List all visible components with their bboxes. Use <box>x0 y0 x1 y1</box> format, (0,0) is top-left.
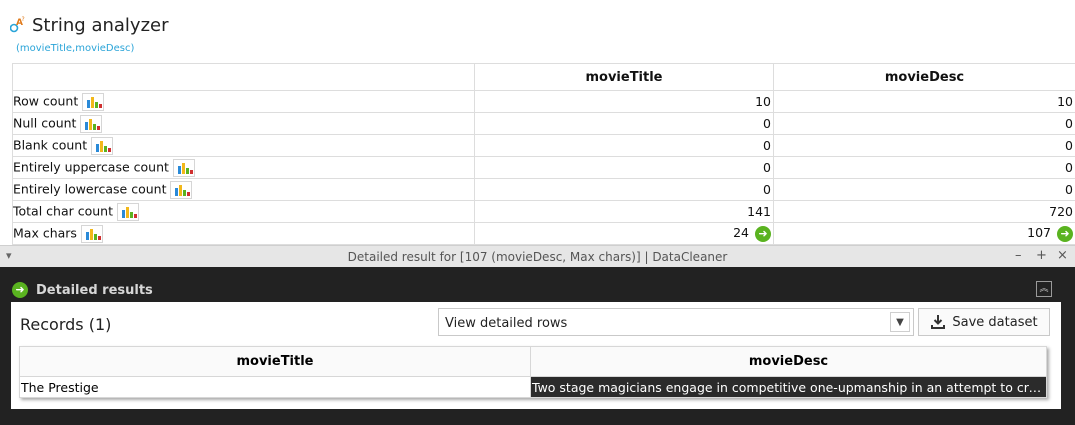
metric-value: 10 <box>773 90 1075 113</box>
chevron-down-icon[interactable]: ▼ <box>890 312 910 332</box>
metric-value: 0 <box>773 112 1075 135</box>
metric-value: 24 <box>733 225 749 241</box>
drill-down-arrow-icon[interactable]: ➜ <box>755 225 771 242</box>
table-row: Row count 10 10 <box>12 90 1075 113</box>
view-select-value: View detailed rows <box>445 316 568 331</box>
metric-value: 0 <box>474 156 774 179</box>
bar-chart-icon[interactable] <box>80 224 103 243</box>
metric-value: 0 <box>474 178 774 201</box>
minimize-icon[interactable]: – <box>1015 248 1022 263</box>
movie-title-cell[interactable]: The Prestige <box>19 376 531 398</box>
page-title: String analyzer <box>32 14 169 36</box>
metric-label: Max chars <box>13 225 77 240</box>
column-header-moviedesc: movieDesc <box>773 63 1075 91</box>
results-header-row: movieTitle movieDesc <box>12 63 1075 91</box>
close-icon[interactable]: × <box>1057 248 1068 263</box>
records-label: Records (1) <box>20 315 112 334</box>
columns-subtitle: (movieTitle,movieDesc) <box>16 43 135 54</box>
bar-chart-icon[interactable] <box>80 114 103 133</box>
metric-value: 0 <box>474 112 774 135</box>
metric-label: Blank count <box>13 137 88 152</box>
bar-chart-icon[interactable] <box>82 92 105 111</box>
table-row: Entirely uppercase count 0 0 <box>12 156 1075 179</box>
metric-value: 0 <box>773 178 1075 201</box>
metric-label: Entirely lowercase count <box>13 181 167 196</box>
metric-value: 141 <box>474 200 774 223</box>
metric-value: 720 <box>773 200 1075 223</box>
collapse-icon[interactable]: ︽ <box>1036 281 1052 297</box>
records-header-row: movieTitle movieDesc <box>19 346 1047 377</box>
arrow-circle-icon: ➜ <box>12 282 28 298</box>
save-dataset-button[interactable]: Save dataset <box>918 308 1050 336</box>
metric-value: 0 <box>773 134 1075 157</box>
table-row[interactable]: The Prestige Two stage magicians engage … <box>19 376 1047 398</box>
detailed-results-title: Detailed results <box>36 282 153 298</box>
results-table: movieTitle movieDesc Row count 10 10 Nul… <box>12 63 1075 245</box>
detailed-results-header: ➜ Detailed results <box>12 282 153 298</box>
metric-label: Total char count <box>13 203 113 218</box>
bar-chart-icon[interactable] <box>117 202 139 221</box>
results-corner-cell <box>12 63 475 91</box>
detail-window-titlebar[interactable]: ▾ Detailed result for [107 (movieDesc, M… <box>0 245 1075 268</box>
metric-value: 107 <box>1027 225 1051 241</box>
column-header-movietitle: movieTitle <box>474 63 774 91</box>
bar-chart-icon[interactable] <box>91 136 114 155</box>
metric-value: 10 <box>474 90 774 113</box>
metric-label: Row count <box>13 93 79 108</box>
records-table: movieTitle movieDesc The Prestige Two st… <box>19 346 1047 398</box>
table-row: Max chars 24 ➜ 107 ➜ <box>12 222 1075 245</box>
detail-window-title: Detailed result for [107 (movieDesc, Max… <box>347 250 728 264</box>
movie-desc-cell[interactable]: Two stage magicians engage in competitiv… <box>530 376 1047 398</box>
metric-value: 0 <box>773 156 1075 179</box>
string-analyzer-icon: A ? <box>10 16 25 33</box>
metric-value: 0 <box>474 134 774 157</box>
table-row: Null count 0 0 <box>12 112 1075 135</box>
download-icon <box>931 315 946 329</box>
metric-label: Null count <box>13 115 77 130</box>
column-header-moviedesc[interactable]: movieDesc <box>530 346 1047 377</box>
svg-text:?: ? <box>22 16 25 23</box>
column-header-movietitle[interactable]: movieTitle <box>19 346 531 377</box>
analyzer-header: A ? String analyzer <box>10 12 169 38</box>
save-dataset-label: Save dataset <box>952 314 1038 330</box>
drill-down-arrow-icon[interactable]: ➜ <box>1057 225 1073 242</box>
table-row: Total char count 141 720 <box>12 200 1075 223</box>
table-row: Entirely lowercase count 0 0 <box>12 178 1075 201</box>
metric-label: Entirely uppercase count <box>13 159 169 174</box>
view-select[interactable]: View detailed rows ▼ <box>438 308 914 336</box>
table-row: Blank count 0 0 <box>12 134 1075 157</box>
bar-chart-icon[interactable] <box>172 158 195 177</box>
maximize-icon[interactable]: + <box>1036 248 1047 263</box>
bar-chart-icon[interactable] <box>170 180 193 199</box>
